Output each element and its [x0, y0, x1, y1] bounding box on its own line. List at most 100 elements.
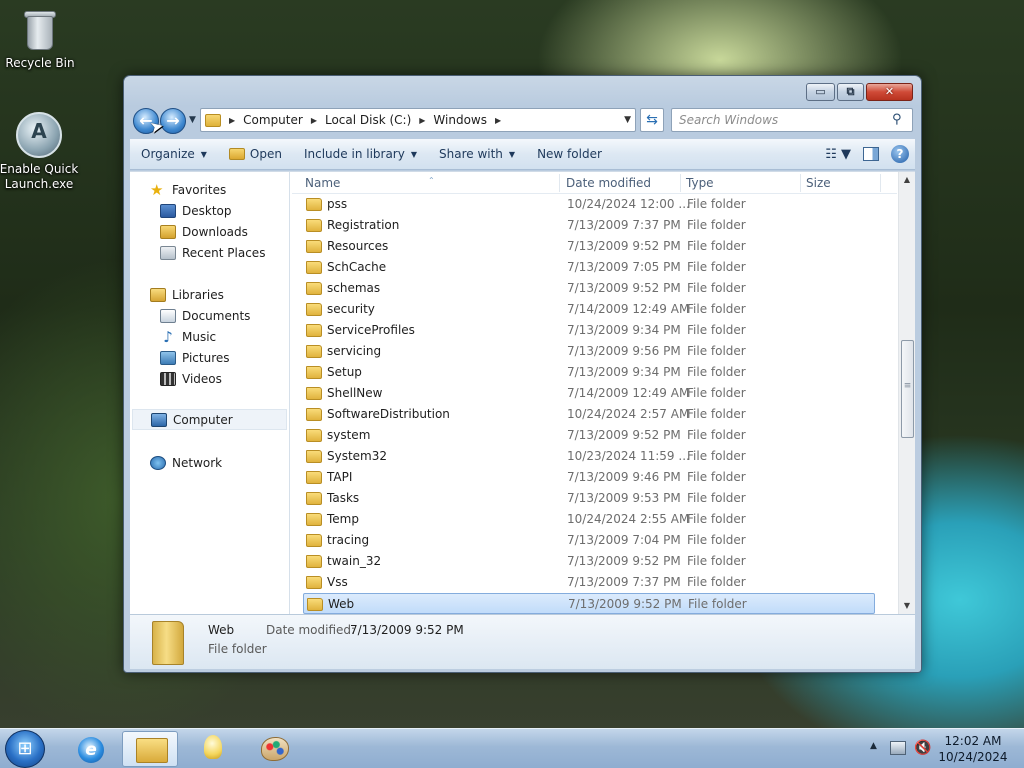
column-divider[interactable] [559, 174, 560, 192]
column-size[interactable]: Size [806, 176, 831, 190]
column-date-modified[interactable]: Date modified [566, 176, 651, 190]
column-divider[interactable] [880, 174, 881, 192]
file-row[interactable]: system 7/13/2009 9:52 PM File folder [303, 425, 875, 446]
nav-downloads-label: Downloads [182, 224, 248, 239]
taskbar-internet-explorer[interactable]: e [62, 731, 118, 767]
address-dropdown-icon[interactable]: ▼ [624, 115, 631, 125]
minimize-button[interactable]: ▭ [806, 83, 835, 101]
file-row[interactable]: ServiceProfiles 7/13/2009 9:34 PM File fol… [303, 320, 875, 341]
column-divider[interactable] [800, 174, 801, 192]
nav-videos[interactable]: Videos [130, 368, 222, 389]
nav-music[interactable]: ♪ Music [130, 326, 216, 347]
file-row[interactable]: SoftwareDistribution 10/24/2024 2:57 AM Fi… [303, 404, 875, 425]
command-bar: Organize ▼ Open Include in library ▼ Share… [130, 139, 915, 170]
minimize-icon: ▭ [815, 85, 826, 98]
file-row[interactable]: System32 10/23/2024 11:59 ... File folder [303, 446, 875, 467]
recent-pages-dropdown[interactable]: ▼ [189, 115, 196, 125]
chevron-right-icon[interactable]: ▶ [311, 116, 317, 125]
nav-downloads[interactable]: Downloads [130, 221, 248, 242]
nav-network[interactable]: Network [130, 452, 222, 473]
file-row[interactable]: tracing 7/13/2009 7:04 PM File folder [303, 530, 875, 551]
file-row[interactable]: Resources 7/13/2009 9:52 PM File folder [303, 236, 875, 257]
include-in-library-button[interactable]: Include in library ▼ [293, 147, 428, 161]
volume-muted-icon[interactable]: 🔇 [914, 740, 931, 756]
chevron-right-icon[interactable]: ▶ [229, 116, 235, 125]
folder-icon [306, 555, 322, 568]
file-row[interactable]: twain_32 7/13/2009 9:52 PM File folder [303, 551, 875, 572]
nav-pictures[interactable]: Pictures [130, 347, 230, 368]
file-date-modified: 7/13/2009 9:52 PM [567, 281, 681, 295]
refresh-button[interactable]: ⇆ [640, 108, 664, 132]
file-row[interactable]: Temp 10/24/2024 2:55 AM File folder [303, 509, 875, 530]
system-clock[interactable]: 12:02 AM 10/24/2024 [932, 733, 1014, 765]
file-row[interactable]: schemas 7/13/2009 9:52 PM File folder [303, 278, 875, 299]
chevron-right-icon[interactable]: ▶ [495, 116, 501, 125]
sort-ascending-icon: ⌃ [428, 176, 435, 185]
preview-pane-icon[interactable] [863, 147, 879, 161]
taskbar-lightbulb-app[interactable] [184, 731, 240, 767]
clock-time: 12:02 AM [944, 734, 1002, 748]
file-row[interactable]: Tasks 7/13/2009 9:53 PM File folder [303, 488, 875, 509]
nav-recent-places[interactable]: Recent Places [130, 242, 265, 263]
nav-music-label: Music [182, 329, 217, 344]
file-name: ServiceProfiles [327, 323, 415, 337]
help-icon[interactable]: ? [891, 145, 909, 163]
search-icon[interactable]: ⚲ [892, 112, 902, 127]
column-name[interactable]: Name [305, 176, 340, 190]
organize-label: Organize [141, 147, 195, 161]
chevron-right-icon[interactable]: ▶ [419, 116, 425, 125]
recycle-bin[interactable]: Recycle Bin [0, 8, 80, 71]
column-type[interactable]: Type [686, 176, 714, 190]
file-date-modified: 7/13/2009 9:56 PM [567, 344, 681, 358]
nav-computer[interactable]: Computer [132, 409, 287, 430]
new-folder-button[interactable]: New folder [526, 147, 613, 161]
folder-icon [306, 324, 322, 337]
file-name: ShellNew [327, 386, 383, 400]
close-button[interactable]: ✕ [866, 83, 913, 101]
enable-quick-launch[interactable]: A Enable Quick Launch.exe [0, 112, 79, 192]
maximize-button[interactable]: ⧉ [837, 83, 864, 101]
file-type: File folder [687, 218, 746, 232]
nav-favorites[interactable]: ★ Favorites [130, 179, 226, 200]
taskbar-windows-explorer[interactable] [122, 731, 178, 767]
nav-libraries[interactable]: Libraries [130, 284, 224, 305]
file-row[interactable]: pss 10/24/2024 12:00 ... File folder [303, 194, 875, 215]
file-date-modified: 7/13/2009 9:52 PM [567, 428, 681, 442]
change-view-icon[interactable]: ☷ ▼ [825, 147, 851, 162]
address-bar[interactable]: ▶ Computer ▶ Local Disk (C:) ▶ Windows ▶… [200, 108, 636, 132]
breadcrumb-windows[interactable]: Windows [433, 113, 487, 127]
network-tray-icon[interactable] [890, 741, 906, 755]
file-row[interactable]: ShellNew 7/14/2009 12:49 AM File folder [303, 383, 875, 404]
show-hidden-icons-icon[interactable]: ▲ [870, 741, 877, 751]
scroll-thumb[interactable]: ≡ [901, 340, 914, 438]
file-type: File folder [687, 323, 746, 337]
file-row[interactable]: security 7/14/2009 12:49 AM File folder [303, 299, 875, 320]
file-row[interactable]: servicing 7/13/2009 9:56 PM File folder [303, 341, 875, 362]
taskbar-paint[interactable] [246, 731, 302, 767]
share-with-button[interactable]: Share with ▼ [428, 147, 526, 161]
scroll-down-icon[interactable]: ▼ [899, 598, 915, 614]
share-with-label: Share with [439, 147, 503, 161]
breadcrumb-local-disk[interactable]: Local Disk (C:) [325, 113, 411, 127]
file-row[interactable]: SchCache 7/13/2009 7:05 PM File folder [303, 257, 875, 278]
vertical-scrollbar[interactable]: ▲ ≡ ▼ [898, 172, 915, 614]
file-type: File folder [687, 260, 746, 274]
file-row[interactable]: TAPI 7/13/2009 9:46 PM File folder [303, 467, 875, 488]
nav-desktop[interactable]: Desktop [130, 200, 232, 221]
nav-recent-places-label: Recent Places [182, 245, 266, 260]
file-row[interactable]: Web 7/13/2009 9:52 PM File folder [303, 593, 875, 614]
open-button[interactable]: Open [218, 147, 293, 161]
organize-button[interactable]: Organize ▼ [130, 147, 218, 161]
breadcrumb-computer[interactable]: Computer [243, 113, 303, 127]
file-name: schemas [327, 281, 381, 295]
scroll-up-icon[interactable]: ▲ [899, 172, 915, 188]
search-input[interactable] [671, 108, 913, 132]
nav-favorites-label: Favorites [172, 182, 227, 197]
file-row[interactable]: Vss 7/13/2009 7:37 PM File folder [303, 572, 875, 593]
nav-documents[interactable]: Documents [130, 305, 250, 326]
start-button[interactable]: ⊞ [5, 730, 45, 768]
column-divider[interactable] [680, 174, 681, 192]
file-row[interactable]: Registration 7/13/2009 7:37 PM File folder [303, 215, 875, 236]
folder-icon [306, 513, 322, 526]
file-row[interactable]: Setup 7/13/2009 9:34 PM File folder [303, 362, 875, 383]
